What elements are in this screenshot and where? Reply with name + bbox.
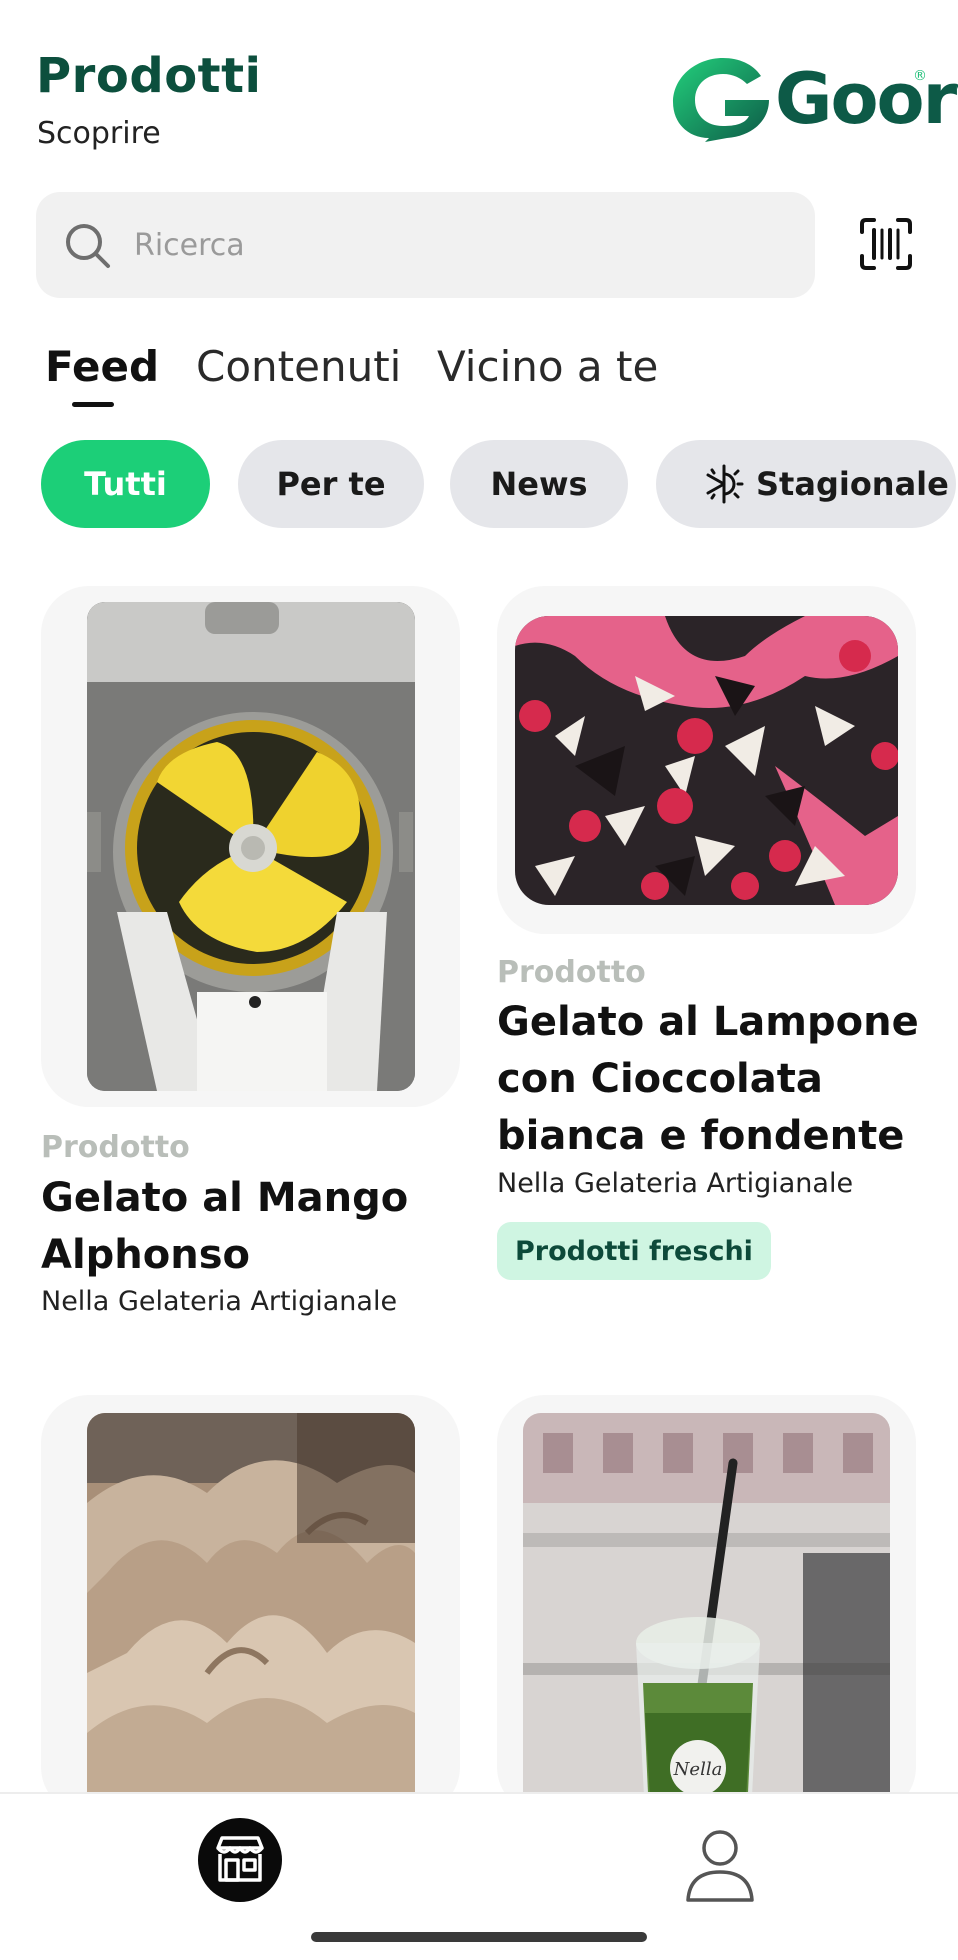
- page-title: Prodotti: [36, 48, 262, 104]
- search-input[interactable]: [134, 220, 774, 270]
- registered-mark-icon: ®: [913, 68, 927, 84]
- coffee-gelato-image: [87, 1413, 415, 1815]
- barcode-scan-icon[interactable]: [858, 216, 914, 272]
- logo-wordmark: Goory: [775, 58, 958, 140]
- card-kicker: Prodotto: [497, 955, 646, 990]
- category-badge[interactable]: Prodotti freschi: [497, 1222, 771, 1280]
- goory-logo: Goory ®: [665, 54, 958, 144]
- snowflake-sun-icon: [706, 464, 744, 504]
- search-icon: [66, 224, 110, 268]
- tab-contenuti[interactable]: Contenuti: [196, 342, 401, 391]
- chip-per-te[interactable]: Per te: [238, 440, 424, 528]
- nav-store-button[interactable]: [198, 1818, 282, 1902]
- cup-logo-text: Nella: [673, 1759, 723, 1780]
- profile-icon[interactable]: [684, 1828, 756, 1904]
- card-subtitle: Nella Gelateria Artigianale: [41, 1286, 398, 1317]
- active-tab-indicator: [72, 402, 114, 407]
- card-subtitle: Nella Gelateria Artigianale: [497, 1168, 854, 1199]
- card-title[interactable]: Gelato al Lampone con Cioccolata bianca …: [497, 994, 927, 1165]
- goory-logo-mark-icon: [673, 58, 769, 142]
- store-icon: [216, 1836, 264, 1882]
- chip-stagionale-label: Stagionale: [756, 465, 949, 503]
- tab-vicino-a-te[interactable]: Vicino a te: [437, 342, 658, 391]
- header: Prodotti Scoprire Goory ®: [0, 0, 958, 180]
- card-image-frame[interactable]: [41, 586, 460, 1107]
- card-image-frame[interactable]: [41, 1395, 460, 1815]
- filter-chips: Tutti Per te News Stagionale: [0, 440, 958, 530]
- card-image-frame[interactable]: [497, 586, 916, 934]
- content-tabs: Feed Contenuti Vicino a te: [0, 330, 958, 420]
- mango-gelato-image: [87, 602, 415, 1091]
- matcha-drink-image: Nella: [523, 1413, 890, 1815]
- card-title[interactable]: Gelato al Mango Alphonso: [41, 1170, 441, 1284]
- search-bar[interactable]: [36, 192, 815, 298]
- tab-feed[interactable]: Feed: [45, 342, 159, 391]
- raspberry-chocolate-gelato-image: [515, 616, 898, 905]
- chip-tutti[interactable]: Tutti: [41, 440, 210, 528]
- home-indicator: [311, 1932, 647, 1942]
- card-image-frame[interactable]: Nella: [497, 1395, 916, 1815]
- page-subtitle: Scoprire: [37, 116, 161, 151]
- chip-news[interactable]: News: [450, 440, 628, 528]
- chip-stagionale[interactable]: Stagionale: [656, 440, 956, 528]
- card-kicker: Prodotto: [41, 1130, 190, 1165]
